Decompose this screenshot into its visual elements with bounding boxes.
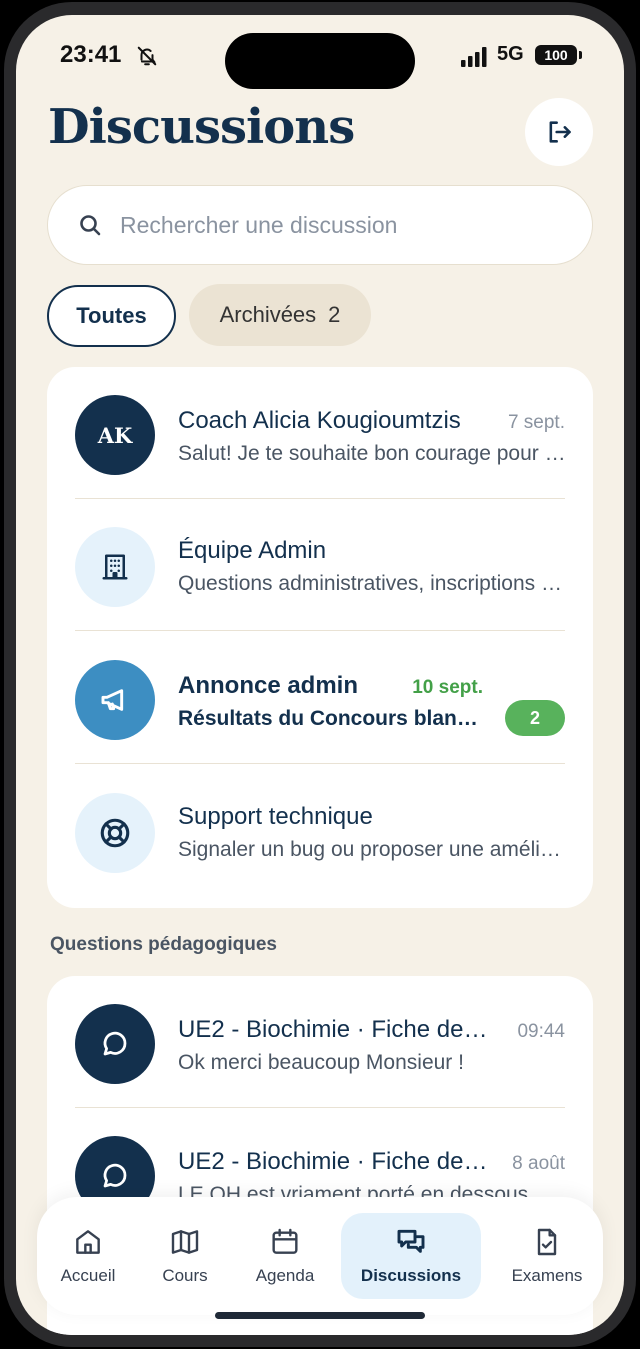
conversation-row[interactable]: Annonce admin 10 sept. Résultats du Conc… [47, 632, 593, 764]
status-time: 23:41 [60, 41, 122, 68]
conversation-date: 8 août [512, 1153, 565, 1174]
divider [75, 763, 565, 764]
avatar [75, 660, 155, 740]
logout-button[interactable] [525, 98, 593, 166]
signal-icon [461, 47, 487, 67]
nav-item-agenda[interactable]: Agenda [240, 1213, 330, 1299]
conversation-name: Équipe Admin [178, 537, 327, 564]
battery-indicator: 100 [535, 45, 577, 65]
page-title: Discussions [48, 99, 355, 155]
conversation-name: UE2 - Biochimie · Fiche de cours [178, 1148, 490, 1175]
screen: 23:41 5G 100 Discussions Rechercher une … [16, 15, 624, 1335]
archived-count: 2 [328, 302, 341, 327]
conversations-card: AK Coach Alicia Kougioumtzis 7 sept. Sal… [47, 367, 593, 908]
filter-all-label: Toutes [76, 303, 147, 328]
network-label: 5G [497, 43, 524, 65]
conversation-preview: Ok merci beaucoup Monsieur ! [178, 1051, 464, 1074]
avatar: AK [75, 395, 155, 475]
conversation-preview: Résultats du Concours blanc disponibles [178, 707, 488, 730]
logout-icon [549, 121, 571, 143]
conversation-preview: Questions administratives, inscriptions … [178, 572, 570, 595]
battery-tip [579, 51, 582, 59]
exam-check-icon [537, 1228, 557, 1256]
conversation-row[interactable]: Support technique Signaler un bug ou pro… [47, 765, 593, 897]
conversation-name: Coach Alicia Kougioumtzis [178, 407, 461, 434]
home-indicator [215, 1312, 425, 1319]
search-bar[interactable] [47, 185, 593, 265]
dynamic-island [225, 33, 415, 89]
avatar [75, 527, 155, 607]
filter-archived-button[interactable]: Archivées 2 [189, 284, 371, 346]
calendar-icon [272, 1228, 298, 1254]
search-input[interactable] [120, 186, 560, 264]
avatar [75, 1004, 155, 1084]
nav-item-accueil[interactable]: Accueil [43, 1213, 133, 1299]
conversation-date: 7 sept. [507, 412, 565, 433]
conversation-row[interactable]: Équipe Admin Questions administratives, … [47, 499, 593, 631]
avatar [75, 793, 155, 873]
conversation-name: Support technique [178, 803, 373, 830]
filter-all-button[interactable]: Toutes [47, 285, 176, 347]
section-title: Questions pédagogiques [50, 934, 277, 955]
avatar-initials: AK [97, 422, 133, 448]
conversation-row[interactable]: AK Coach Alicia Kougioumtzis 7 sept. Sal… [47, 367, 593, 499]
filter-archived-label: Archivées [219, 302, 317, 327]
building-icon [102, 554, 128, 580]
nav-label: Accueil [60, 1266, 116, 1285]
unread-badge: 2 [505, 700, 565, 736]
lifebuoy-icon [100, 818, 130, 848]
phone-frame: 23:41 5G 100 Discussions Rechercher une … [0, 0, 640, 1349]
nav-item-cours[interactable]: Cours [145, 1213, 225, 1299]
conversation-name: UE2 - Biochimie · Fiche de cours [178, 1016, 490, 1043]
map-icon [171, 1230, 199, 1254]
chat-icon [397, 1229, 425, 1253]
bell-muted-icon [137, 46, 157, 66]
search-icon [80, 215, 101, 236]
megaphone-icon [101, 689, 124, 711]
conversation-date: 10 sept. [412, 677, 483, 698]
conversation-preview: Salut! Je te souhaite bon courage pour l… [178, 442, 570, 465]
conversation-name: Annonce admin [178, 672, 359, 699]
chat-bubble-icon [103, 1031, 127, 1056]
nav-item-examens[interactable]: Examens [499, 1213, 595, 1299]
conversation-row[interactable]: UE2 - Biochimie · Fiche de cours 09:44 O… [47, 976, 593, 1108]
divider [75, 630, 565, 631]
nav-label: Cours [162, 1266, 208, 1285]
chat-bubble-icon [103, 1163, 127, 1188]
nav-label: Agenda [255, 1266, 315, 1285]
home-icon [76, 1230, 100, 1254]
conversation-preview: Signaler un bug ou proposer une améliora… [178, 838, 570, 861]
nav-label: Examens [511, 1266, 583, 1285]
nav-label: Discussions [360, 1266, 462, 1285]
conversation-date: 09:44 [517, 1021, 565, 1042]
bottom-nav: Accueil Cours Agenda Discussions Examens [37, 1197, 603, 1315]
nav-item-discussions[interactable]: Discussions [341, 1213, 481, 1299]
